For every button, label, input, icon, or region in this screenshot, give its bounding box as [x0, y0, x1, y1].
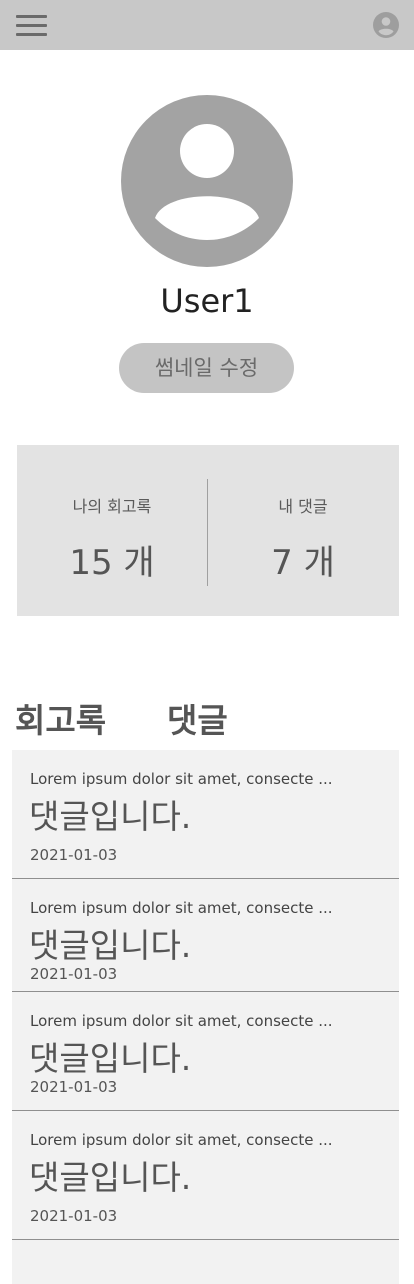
menu-line [16, 15, 47, 18]
comment-date: 2021-01-03 [30, 1078, 118, 1096]
post-title: Lorem ipsum dolor sit amet, consecte ... [30, 1131, 333, 1149]
comment-text: 댓글입니다. [29, 1158, 192, 1197]
stats-panel: 나의 회고록 15 개 내 댓글 7 개 [17, 445, 399, 616]
menu-line [16, 33, 47, 36]
user-avatar-icon [121, 95, 293, 267]
edit-thumbnail-button[interactable]: 썸네일 수정 [119, 343, 294, 393]
comment-date: 2021-01-03 [30, 965, 118, 983]
stat-label: 나의 회고록 [72, 497, 152, 516]
tab-retrospectives[interactable]: 회고록 [15, 694, 106, 742]
comment-list: Lorem ipsum dolor sit amet, consecte ...… [12, 750, 399, 1284]
comment-date: 2021-01-03 [30, 846, 118, 864]
list-item[interactable]: Lorem ipsum dolor sit amet, consecte ...… [12, 879, 399, 992]
stat-label: 내 댓글 [278, 497, 328, 516]
post-title: Lorem ipsum dolor sit amet, consecte ... [30, 1012, 333, 1030]
post-title: Lorem ipsum dolor sit amet, consecte ... [30, 770, 333, 788]
menu-line [16, 24, 47, 27]
my-retrospectives-stat[interactable]: 나의 회고록 15 개 [17, 445, 207, 616]
comment-text: 댓글입니다. [29, 797, 192, 836]
stat-value: 7 개 [271, 543, 335, 583]
tab-comments[interactable]: 댓글 [167, 694, 228, 742]
my-comments-stat[interactable]: 내 댓글 7 개 [208, 445, 398, 616]
hamburger-menu-icon[interactable] [15, 12, 48, 38]
comment-text: 댓글입니다. [29, 926, 192, 965]
comment-text: 댓글입니다. [29, 1039, 192, 1078]
list-item[interactable]: Lorem ipsum dolor sit amet, consecte ...… [12, 1111, 399, 1240]
list-item[interactable]: Lorem ipsum dolor sit amet, consecte ...… [12, 992, 399, 1111]
account-circle-icon[interactable] [373, 12, 399, 38]
list-item[interactable]: Lorem ipsum dolor sit amet, consecte ...… [12, 750, 399, 879]
stat-value: 15 개 [69, 543, 155, 583]
top-app-bar [0, 0, 414, 50]
username: User1 [160, 282, 254, 320]
comment-date: 2021-01-03 [30, 1207, 118, 1225]
post-title: Lorem ipsum dolor sit amet, consecte ... [30, 899, 333, 917]
